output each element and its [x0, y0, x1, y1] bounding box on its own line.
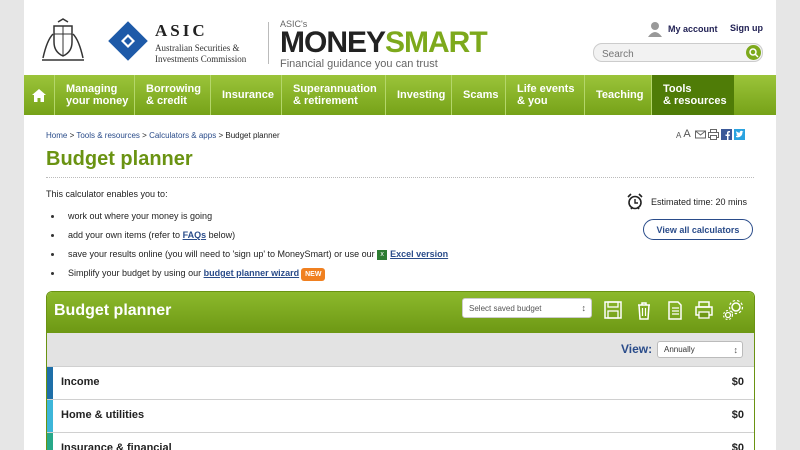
- header-divider: [268, 22, 269, 64]
- nav-life-events[interactable]: Life events & you: [506, 75, 585, 115]
- breadcrumb-tools[interactable]: Tools & resources: [76, 131, 140, 140]
- breadcrumb: Home > Tools & resources > Calculators &…: [46, 131, 280, 140]
- moneysmart-logo[interactable]: ASIC's MONEYSMART Financial guidance you…: [280, 20, 488, 71]
- nav-teaching[interactable]: Teaching: [585, 75, 652, 115]
- category-color-bar: [47, 367, 53, 399]
- moneysmart-wordmark: MONEYSMART: [280, 26, 488, 59]
- nav-home[interactable]: [24, 75, 55, 115]
- coat-of-arms-icon: [42, 18, 84, 61]
- category-label: Insurance & financial: [61, 442, 172, 450]
- sign-up-link[interactable]: Sign up: [730, 23, 763, 33]
- view-toolbar: View: Annually: [47, 333, 754, 366]
- new-badge: NEW: [301, 268, 326, 281]
- nav-insurance[interactable]: Insurance: [211, 75, 282, 115]
- save-icon[interactable]: [603, 299, 623, 321]
- text-larger-button[interactable]: A: [683, 128, 690, 140]
- search-box: [593, 43, 763, 63]
- page-tools: A A: [676, 128, 745, 140]
- print-icon[interactable]: [707, 129, 719, 140]
- asic-subtitle: Australian Securities & Investments Comm…: [155, 43, 247, 64]
- list-item: add your own items (refer to FAQs below): [51, 230, 448, 249]
- search-input[interactable]: [594, 46, 742, 63]
- faqs-link[interactable]: FAQs: [183, 230, 207, 240]
- trash-icon[interactable]: [634, 299, 654, 321]
- category-label: Home & utilities: [61, 409, 145, 421]
- twitter-icon[interactable]: [733, 129, 745, 140]
- category-color-bar: [47, 433, 53, 450]
- estimated-time: Estimated time: 20 mins: [627, 193, 747, 210]
- category-total: $0: [731, 376, 744, 388]
- nav-managing-your-money[interactable]: Managing your money: [55, 75, 135, 115]
- nav-investing[interactable]: Investing: [386, 75, 452, 115]
- asic-logo-icon: [108, 21, 148, 61]
- page-title: Budget planner: [46, 148, 193, 170]
- list-item: Simplify your budget by using our budget…: [51, 268, 448, 287]
- text-smaller-button[interactable]: A: [676, 131, 681, 140]
- search-icon: [749, 48, 759, 58]
- main-nav: Managing your money Borrowing & credit Ins…: [24, 75, 776, 115]
- view-label: View:: [621, 342, 653, 356]
- category-row-insurance-financial[interactable]: Insurance & financial $0: [47, 432, 754, 450]
- category-total: $0: [731, 409, 744, 421]
- view-all-calculators-button[interactable]: View all calculators: [643, 219, 753, 240]
- budget-wizard-link[interactable]: budget planner wizard: [204, 268, 300, 278]
- nav-scams[interactable]: Scams: [452, 75, 506, 115]
- facebook-icon[interactable]: [720, 129, 732, 140]
- settings-gears-icon[interactable]: [722, 299, 746, 321]
- excel-version-link[interactable]: Excel version: [390, 249, 448, 259]
- select-saved-budget-dropdown[interactable]: Select saved budget: [462, 298, 592, 318]
- breadcrumb-calculators[interactable]: Calculators & apps: [149, 131, 216, 140]
- category-label: Income: [61, 376, 100, 388]
- category-color-bar: [47, 400, 53, 432]
- budget-planner-widget: Budget planner Select saved budget View:…: [46, 291, 755, 450]
- title-divider: [46, 177, 754, 178]
- widget-title: Budget planner: [54, 302, 172, 319]
- category-row-income[interactable]: Income $0: [47, 366, 754, 399]
- intro-text: This calculator enables you to:: [46, 189, 168, 199]
- widget-header: Budget planner Select saved budget: [47, 292, 754, 333]
- list-item: work out where your money is going: [51, 211, 448, 230]
- features-list: work out where your money is going add y…: [51, 211, 448, 287]
- breadcrumb-current: Budget planner: [225, 131, 280, 140]
- print-icon[interactable]: [694, 299, 714, 321]
- view-period-dropdown[interactable]: Annually: [657, 341, 743, 358]
- my-account-link[interactable]: My account: [648, 21, 718, 37]
- breadcrumb-home[interactable]: Home: [46, 131, 67, 140]
- excel-icon: x: [377, 249, 388, 260]
- asic-name: ASIC: [155, 21, 208, 40]
- nav-superannuation-retirement[interactable]: Superannuation & retirement: [282, 75, 386, 115]
- home-icon: [32, 88, 46, 102]
- user-icon: [648, 22, 662, 37]
- nav-tools-resources[interactable]: Tools & resources: [652, 75, 734, 115]
- category-total: $0: [731, 442, 744, 450]
- category-row-home-utilities[interactable]: Home & utilities $0: [47, 399, 754, 432]
- moneysmart-tagline: Financial guidance you can trust: [280, 58, 438, 70]
- asic-wordmark: ASIC Australian Securities & Investments…: [155, 22, 246, 65]
- alarm-clock-icon: [627, 193, 643, 210]
- email-icon[interactable]: [694, 129, 706, 140]
- document-icon[interactable]: [665, 299, 685, 321]
- search-button[interactable]: [746, 45, 761, 60]
- list-item: save your results online (you will need …: [51, 249, 448, 268]
- site-header: ASIC Australian Securities & Investments…: [24, 0, 776, 75]
- page: ASIC Australian Securities & Investments…: [24, 0, 776, 450]
- nav-borrowing-credit[interactable]: Borrowing & credit: [135, 75, 211, 115]
